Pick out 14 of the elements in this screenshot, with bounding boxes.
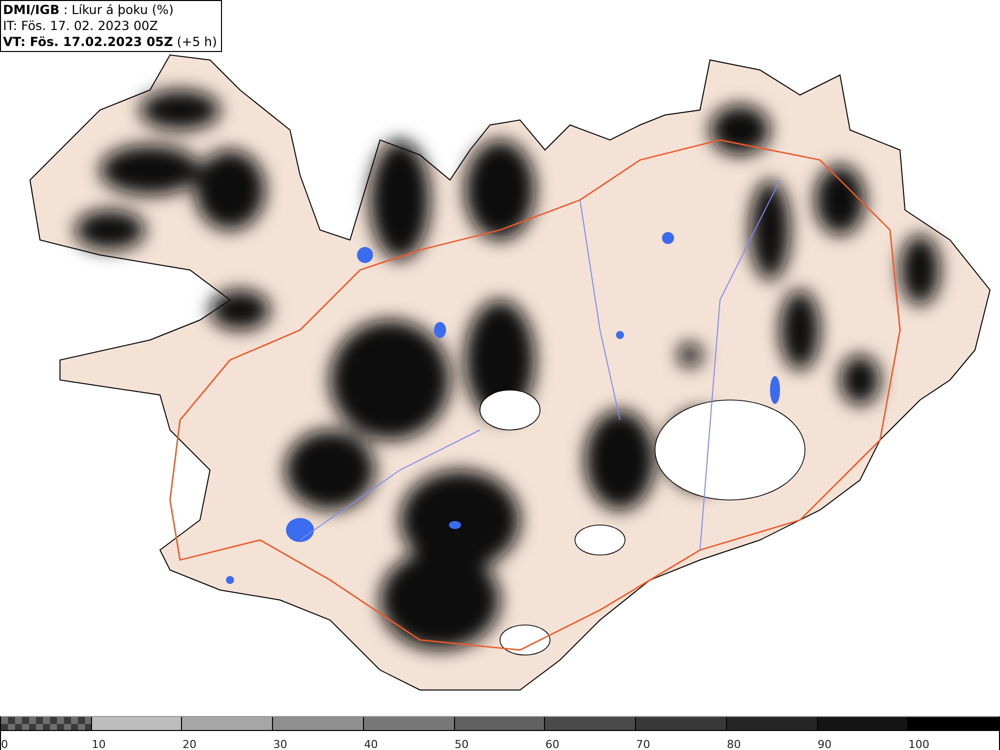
- legend-tick-label: 20: [182, 737, 196, 750]
- legend-tick-label: 90: [818, 737, 832, 750]
- map-title: DMI/IGB : Líkur á þoku (%): [3, 2, 175, 18]
- legend-tick-label: 60: [545, 737, 560, 750]
- issue-time: IT: Fös. 17. 02. 2023 00Z: [3, 18, 159, 34]
- legend-tick-label: 0: [1, 737, 8, 750]
- legend-tick-label: 100: [908, 737, 930, 750]
- legend-tick-label: 70: [636, 737, 650, 750]
- legend-tick-label: 80: [726, 737, 741, 750]
- legend-tick-label: 30: [273, 737, 288, 750]
- valid-time: VT: Fös. 17.02.2023 05Z (+5 h): [3, 34, 217, 50]
- legend-tick-label: 40: [364, 737, 378, 750]
- legend-tick-label: 50: [454, 737, 469, 750]
- legend-tick-label: 10: [92, 737, 106, 750]
